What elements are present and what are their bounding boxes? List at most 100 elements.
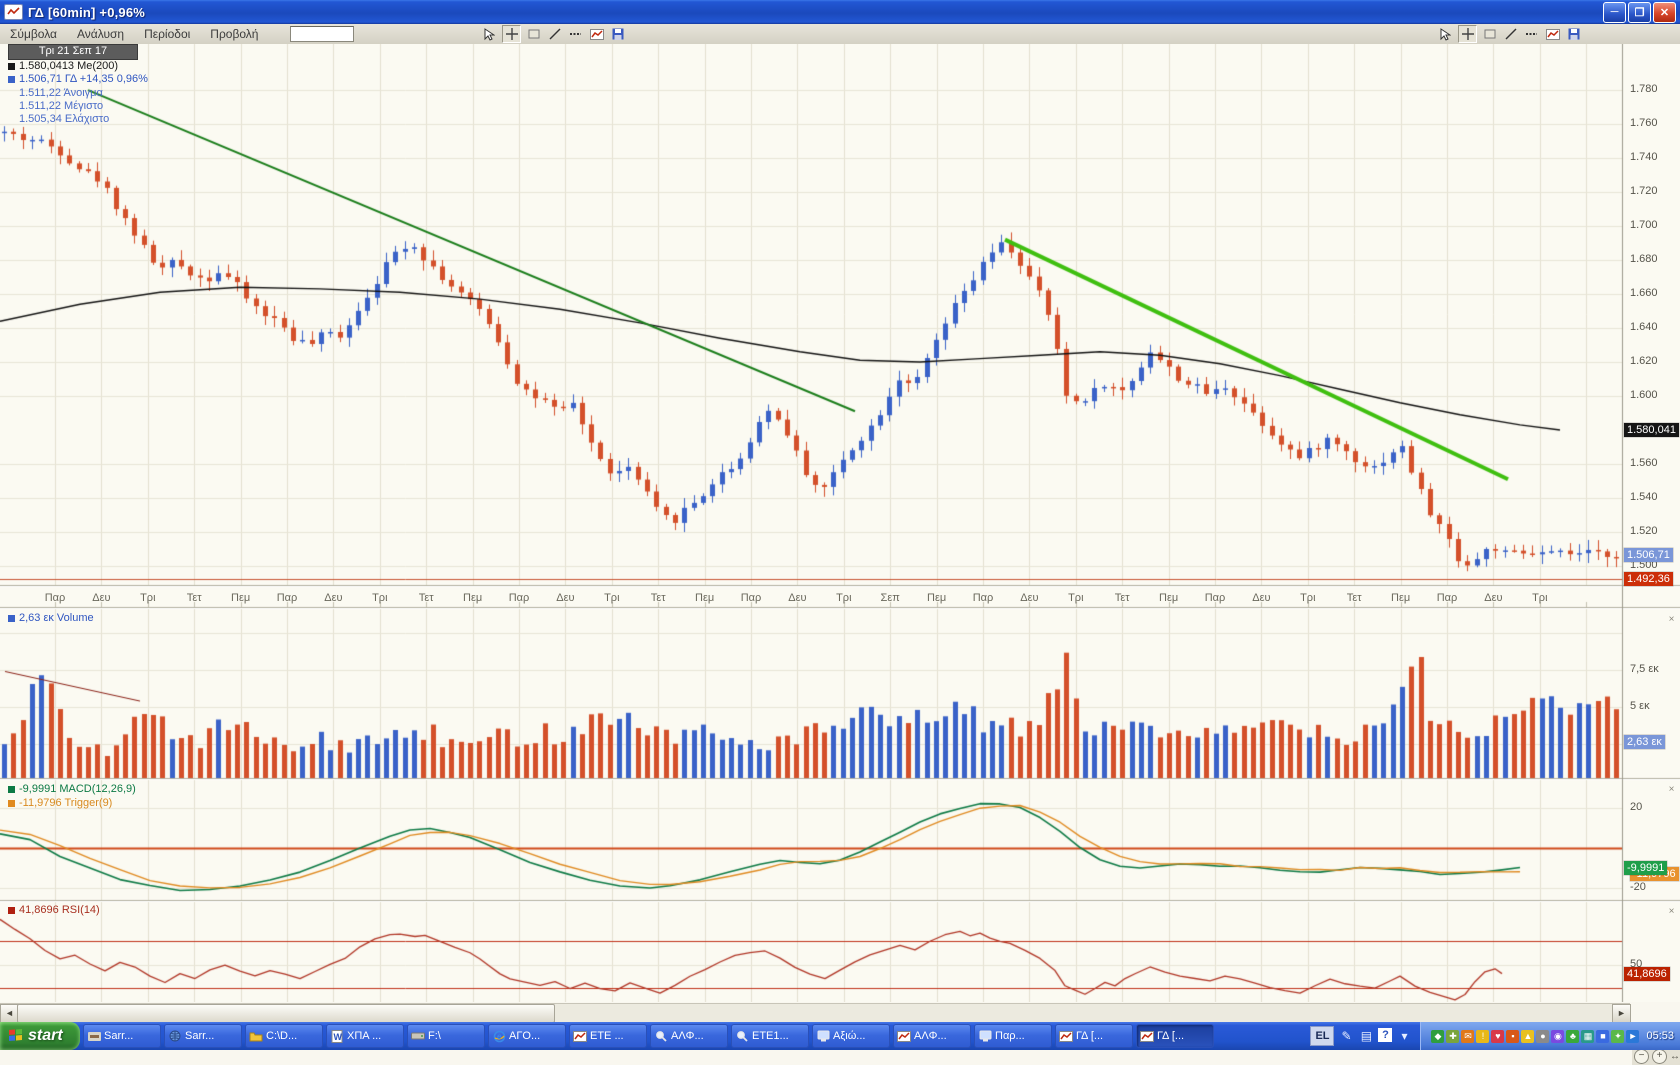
minimize-button[interactable]: ─ [1603, 2, 1626, 23]
crosshair-tool-icon[interactable] [1458, 25, 1477, 43]
chevron-icon[interactable]: ▾ [1396, 1028, 1412, 1044]
trendline-tool-icon[interactable] [1502, 26, 1519, 42]
globe-icon [168, 1030, 182, 1043]
zoom-in-button[interactable]: + [1652, 1049, 1667, 1064]
tray-icon[interactable]: ✚ [1446, 1030, 1459, 1043]
x-axis-day-label: Πεμ [927, 592, 946, 604]
axis-badge-price: 1.506,71 [1624, 548, 1673, 562]
tray-icon[interactable]: ✦ [1611, 1030, 1624, 1043]
axis-tick-price: 1.560 [1630, 457, 1658, 469]
chart-icon [573, 1030, 587, 1043]
task-button-ετε1[interactable]: ΕΤΕ1... [731, 1024, 809, 1048]
legend-open: 1.511,22 Άνοιγμα [19, 87, 103, 99]
menu-item-Περίοδοι[interactable]: Περίοδοι [134, 25, 200, 43]
x-axis-day-label: Τετ [419, 592, 434, 604]
task-button-ετε[interactable]: ΕΤΕ ... [569, 1024, 647, 1048]
legend-trigger: -11,9796 Trigger(9) [8, 797, 112, 809]
task-label: Sarr... [185, 1030, 214, 1042]
crosshair-tool-icon[interactable] [502, 25, 521, 43]
dots-tool-icon[interactable] [1523, 26, 1540, 42]
monitor-icon [816, 1030, 830, 1043]
box-tool-icon[interactable] [525, 26, 542, 42]
pen-icon[interactable]: ✎ [1338, 1028, 1354, 1044]
drive-icon [411, 1030, 425, 1043]
legend-volume: 2,63 εκ Volume [8, 612, 94, 624]
menu-item-Σύμβολα[interactable]: Σύμβολα [0, 25, 67, 43]
pointer-tool-icon[interactable] [481, 26, 498, 42]
toolbar-main [481, 25, 626, 43]
task-button-cd[interactable]: C:\D... [245, 1024, 323, 1048]
zoom-out-button[interactable]: − [1634, 1049, 1649, 1064]
tray-icon[interactable]: ▪ [1506, 1030, 1519, 1043]
task-button-sarr[interactable]: Sarr... [164, 1024, 242, 1048]
notes-icon[interactable]: ▤ [1358, 1028, 1374, 1044]
x-axis-day-label: Δευ [92, 592, 110, 604]
task-button-γδ[interactable]: ΓΔ [... [1136, 1024, 1214, 1048]
box-tool-icon[interactable] [1481, 26, 1498, 42]
rsi-swatch [8, 907, 15, 914]
tray-icon[interactable]: ♣ [1566, 1030, 1579, 1043]
volume-pane-close-icon[interactable]: × [1666, 614, 1677, 625]
x-axis-day-label: Δευ [1484, 592, 1502, 604]
task-button-αλφ[interactable]: ΑΛΦ... [650, 1024, 728, 1048]
legend-rsi: 41,8696 RSI(14) [8, 904, 100, 916]
axis-badge-price: 1.580,041 [1624, 423, 1679, 437]
menu-item-Προβολή[interactable]: Προβολή [200, 25, 268, 43]
task-button-χπα[interactable]: WΧΠΑ ... [326, 1024, 404, 1048]
chart-tool-icon[interactable] [588, 26, 605, 42]
x-axis-day-label: Παρ [45, 592, 66, 604]
x-axis-day-label: Πεμ [231, 592, 250, 604]
horizontal-scrollbar[interactable]: ◄ ► [0, 1003, 1630, 1022]
symbol-input[interactable] [290, 26, 354, 42]
chart-canvas[interactable] [0, 44, 1680, 1002]
restore-button[interactable]: ❐ [1628, 2, 1651, 23]
x-axis-day-label: Τρι [372, 592, 387, 604]
task-button-παρ[interactable]: Παρ... [974, 1024, 1052, 1048]
save-tool-icon[interactable] [1565, 26, 1582, 42]
task-button-f[interactable]: F:\ [407, 1024, 485, 1048]
tray-icon[interactable]: ▲ [1521, 1030, 1534, 1043]
axis-tick-price: 1.620 [1630, 355, 1658, 367]
tray-icon[interactable]: ! [1476, 1030, 1489, 1043]
tray-icon[interactable]: ■ [1596, 1030, 1609, 1043]
legend-ma200: 1.580,0413 Me(200) [8, 60, 118, 72]
language-indicator[interactable]: EL [1310, 1026, 1334, 1046]
scroll-right-arrow[interactable]: ► [1612, 1004, 1631, 1023]
tray-icon[interactable]: ► [1626, 1030, 1639, 1043]
tray-icon[interactable]: ◉ [1551, 1030, 1564, 1043]
magnifier-icon [654, 1030, 668, 1043]
save-tool-icon[interactable] [609, 26, 626, 42]
task-button-γδ[interactable]: ΓΔ [... [1055, 1024, 1133, 1048]
scrollbar-thumb[interactable] [17, 1004, 555, 1023]
tray-icon[interactable]: ✉ [1461, 1030, 1474, 1043]
task-button-αλφ[interactable]: ΑΛΦ... [893, 1024, 971, 1048]
axis-tick-price: 1.540 [1630, 491, 1658, 503]
windows-flag-icon [8, 1029, 24, 1043]
tray-icon[interactable]: ● [1536, 1030, 1549, 1043]
close-button[interactable]: ✕ [1653, 2, 1676, 23]
tray-icon[interactable]: ▦ [1581, 1030, 1594, 1043]
task-label: ΓΔ [... [1076, 1030, 1103, 1042]
legend-low: 1.505,34 Ελάχιστο [19, 113, 109, 125]
start-button[interactable]: start [0, 1022, 80, 1050]
magnifier-icon [735, 1030, 749, 1043]
task-button-αξι[interactable]: Αξιώ... [812, 1024, 890, 1048]
rsi-pane-close-icon[interactable]: × [1666, 906, 1677, 917]
task-button-αγο[interactable]: eΑΓΟ... [488, 1024, 566, 1048]
help-icon[interactable]: ? [1378, 1028, 1392, 1042]
menu-item-Ανάλυση[interactable]: Ανάλυση [67, 25, 134, 43]
axis-badge-rsi: 41,8696 [1624, 967, 1670, 981]
legend-main-series: 1.506,71 ΓΔ +14,35 0,96% [8, 73, 148, 85]
task-button-sarr[interactable]: Sarr... [83, 1024, 161, 1048]
chart-tool-icon[interactable] [1544, 26, 1561, 42]
task-label: C:\D... [266, 1030, 297, 1042]
x-axis-day-label: Τρι [1068, 592, 1083, 604]
task-label: ΑΛΦ... [914, 1030, 947, 1042]
tray-icon[interactable]: ♥ [1491, 1030, 1504, 1043]
trendline-tool-icon[interactable] [546, 26, 563, 42]
bar-width-button[interactable]: ↔ [1670, 1051, 1680, 1062]
tray-icon[interactable]: ◆ [1431, 1030, 1444, 1043]
macd-pane-close-icon[interactable]: × [1666, 784, 1677, 795]
pointer-tool-icon[interactable] [1437, 26, 1454, 42]
dots-tool-icon[interactable] [567, 26, 584, 42]
